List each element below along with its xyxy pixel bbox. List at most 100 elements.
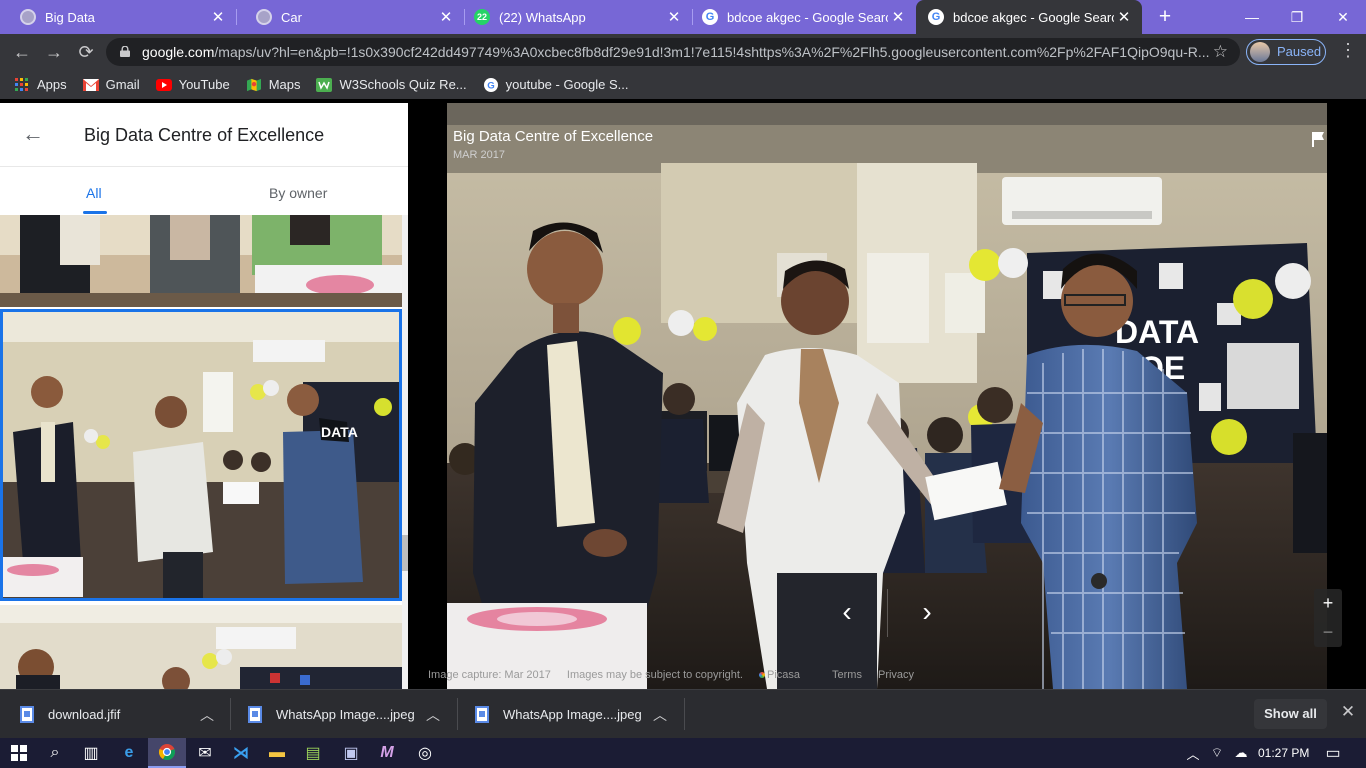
- bookmark-google-search[interactable]: G youtube - Google S...: [483, 77, 629, 92]
- tab-google-search-1[interactable]: G bdcoe akgec - Google Search ✕: [692, 0, 916, 34]
- photo-thumbnail-selected[interactable]: DATA: [0, 309, 402, 601]
- mail-icon[interactable]: ✉: [186, 738, 224, 768]
- tab-big-data[interactable]: Big Data ✕: [0, 0, 237, 34]
- photo-title: Big Data Centre of Excellence: [453, 128, 654, 145]
- minimize-button[interactable]: —: [1229, 4, 1275, 30]
- back-button[interactable]: ←: [10, 40, 34, 64]
- reload-button[interactable]: ⟳: [74, 40, 98, 64]
- back-arrow-icon[interactable]: ←: [22, 123, 44, 145]
- picasa-label: Picasa: [767, 669, 801, 681]
- download-item[interactable]: WhatsApp Image....jpeg ︿: [248, 690, 448, 739]
- photo-date: MAR 2017: [453, 149, 505, 161]
- whatsapp-icon: 22: [474, 9, 490, 25]
- tab-car[interactable]: Car ✕: [236, 0, 465, 34]
- arrow-divider: [887, 589, 888, 637]
- thumbnail-image: [0, 605, 402, 689]
- bookmark-label: W3Schools Quiz Re...: [339, 77, 467, 92]
- chevron-up-icon[interactable]: ︿: [653, 705, 667, 725]
- chevron-up-icon[interactable]: ︿: [426, 705, 440, 725]
- zoom-in-button[interactable]: +: [1314, 589, 1342, 618]
- media-app-icon[interactable]: ◎: [406, 738, 444, 768]
- bookmarks-bar: Apps Gmail YouTube Maps W3Schools Quiz R…: [0, 70, 1366, 99]
- windows-start-icon[interactable]: [0, 738, 38, 768]
- tab-google-search-active[interactable]: G bdcoe akgec - Google Search ✕: [916, 0, 1142, 34]
- app-icon[interactable]: ▣: [332, 738, 370, 768]
- tab-title: bdcoe akgec - Google Search: [727, 9, 888, 25]
- restore-button[interactable]: ❐: [1274, 4, 1320, 30]
- download-divider: [684, 698, 685, 730]
- photo-viewer: DATA OE Big Data Centre of Excellence MA…: [408, 103, 1366, 689]
- weather-cloud-icon[interactable]: ☁: [1222, 738, 1260, 768]
- bookmark-star-icon[interactable]: ☆: [1213, 38, 1228, 66]
- lock-icon: [120, 46, 130, 57]
- avatar: [1250, 42, 1270, 62]
- file-explorer-icon[interactable]: ▬: [258, 738, 296, 768]
- flag-icon[interactable]: [1310, 131, 1326, 147]
- tab-by-owner[interactable]: By owner: [269, 185, 327, 201]
- side-panel-header: ← Big Data Centre of Excellence: [0, 103, 408, 167]
- close-icon[interactable]: ✕: [436, 8, 456, 26]
- vscode-icon[interactable]: ⋊: [222, 738, 260, 768]
- bookmark-gmail[interactable]: Gmail: [82, 77, 140, 92]
- bookmark-apps[interactable]: Apps: [14, 77, 67, 92]
- previous-photo-chevron-left-icon[interactable]: ‹: [828, 593, 866, 631]
- terms-link[interactable]: Terms: [832, 669, 862, 681]
- maps-icon: [246, 78, 261, 91]
- globe-icon: [20, 9, 36, 25]
- tab-title: (22) WhatsApp: [499, 9, 586, 25]
- close-icon[interactable]: ✕: [208, 8, 228, 26]
- address-bar[interactable]: google.com/maps/uv?hl=en&pb=!1s0x390cf24…: [106, 38, 1240, 66]
- window-close-button[interactable]: ✕: [1320, 4, 1366, 30]
- close-icon[interactable]: ✕: [1114, 8, 1134, 26]
- taskbar-clock[interactable]: 01:27 PM: [1258, 746, 1309, 760]
- edge-icon[interactable]: e: [110, 738, 148, 768]
- download-divider: [457, 698, 458, 730]
- privacy-link[interactable]: Privacy: [878, 669, 914, 681]
- chevron-up-icon[interactable]: ︿: [200, 705, 214, 725]
- profile-status: Paused: [1277, 44, 1322, 59]
- file-icon: [475, 706, 489, 723]
- forward-button[interactable]: →: [42, 40, 66, 64]
- tab-all[interactable]: All: [86, 185, 102, 201]
- bookmark-label: youtube - Google S...: [505, 77, 629, 92]
- search-icon[interactable]: ⌕: [36, 738, 74, 768]
- show-all-button[interactable]: Show all: [1254, 699, 1327, 729]
- close-icon[interactable]: ✕: [1338, 702, 1358, 722]
- profile-button[interactable]: Paused: [1246, 39, 1326, 65]
- windows-taskbar: ⌕ ▥ e ✉ ⋊ ▬ ▤ ▣ M ◎ ︿ ⌔ ☁ 01:27 PM ▭: [0, 738, 1366, 768]
- download-divider: [230, 698, 231, 730]
- photo-thumbnail-list: DATA: [0, 215, 402, 689]
- zoom-out-button[interactable]: −: [1314, 618, 1342, 647]
- m-app-icon[interactable]: M: [368, 738, 406, 768]
- photo-thumbnail[interactable]: [0, 605, 402, 689]
- panel-title: Big Data Centre of Excellence: [84, 125, 325, 145]
- new-tab-button[interactable]: +: [1154, 6, 1176, 28]
- download-item[interactable]: WhatsApp Image....jpeg ︿: [475, 690, 675, 739]
- tab-title: Big Data: [45, 9, 95, 25]
- bookmark-label: YouTube: [178, 77, 230, 92]
- bookmark-youtube[interactable]: YouTube: [155, 77, 230, 92]
- active-tab-indicator: [83, 211, 107, 214]
- photo-credits: Image capture: Mar 2017 Images may be su…: [428, 669, 930, 681]
- task-view-icon[interactable]: ▥: [72, 738, 110, 768]
- kebab-menu-icon[interactable]: ⋮: [1338, 40, 1358, 61]
- close-icon[interactable]: ✕: [664, 8, 684, 26]
- notifications-icon[interactable]: ▭: [1314, 738, 1352, 768]
- thumbnail-image: [0, 215, 402, 307]
- download-filename: WhatsApp Image....jpeg: [503, 707, 642, 722]
- google-icon: G: [483, 77, 498, 92]
- bookmark-w3schools[interactable]: W3Schools Quiz Re...: [316, 77, 467, 92]
- thumbnail-image: DATA: [3, 312, 399, 598]
- tab-whatsapp[interactable]: 22 (22) WhatsApp ✕: [464, 0, 693, 34]
- photos-side-panel: ← Big Data Centre of Excellence All By o…: [0, 103, 408, 689]
- bookmark-label: Gmail: [105, 77, 140, 92]
- notepad-icon[interactable]: ▤: [294, 738, 332, 768]
- picasa-icon: [759, 672, 765, 678]
- close-icon[interactable]: ✕: [888, 8, 908, 26]
- bookmark-maps[interactable]: Maps: [246, 77, 300, 92]
- photo-thumbnail[interactable]: [0, 215, 402, 307]
- picasa-link[interactable]: Picasa: [759, 669, 816, 681]
- chrome-icon[interactable]: [148, 738, 186, 768]
- next-photo-chevron-right-icon[interactable]: ›: [908, 593, 946, 631]
- download-item[interactable]: download.jfif ︿: [20, 690, 220, 739]
